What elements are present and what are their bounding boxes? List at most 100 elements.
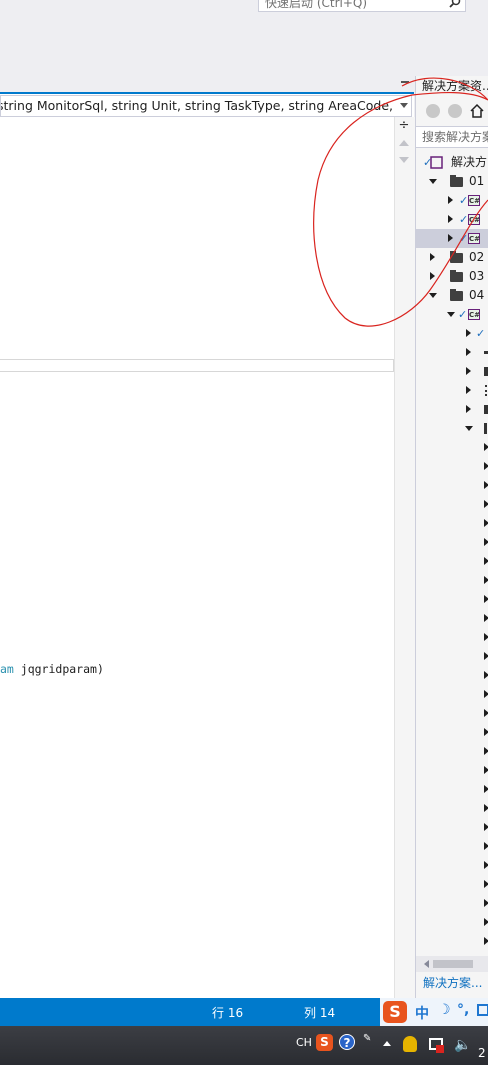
expand-icon[interactable] <box>466 367 471 375</box>
folder-icon <box>484 405 488 414</box>
tree-item-label: 解决方 <box>451 155 488 169</box>
solution-icon <box>430 156 443 169</box>
expand-icon[interactable] <box>466 329 471 337</box>
folder-icon <box>484 423 487 434</box>
expand-icon[interactable] <box>484 747 488 755</box>
csharp-project-icon: C# <box>468 309 481 320</box>
expand-icon[interactable] <box>484 538 488 546</box>
expand-icon[interactable] <box>448 215 453 223</box>
expand-icon[interactable] <box>484 880 488 888</box>
expand-icon[interactable] <box>484 804 488 812</box>
split-window-icon[interactable]: ÷ <box>397 119 411 134</box>
punctuation-icon[interactable]: °, <box>457 1002 469 1018</box>
back-icon[interactable] <box>426 104 440 118</box>
expand-icon[interactable] <box>484 823 488 831</box>
help-icon[interactable]: ? <box>339 1034 355 1050</box>
checked-in-icon: ✓ <box>476 327 486 340</box>
expand-icon[interactable] <box>484 443 488 451</box>
status-line-number: 行 16 <box>212 1006 244 1020</box>
checked-in-icon: ✓ <box>459 194 469 207</box>
csharp-project-icon: C# <box>468 195 481 206</box>
expand-icon[interactable] <box>484 576 488 584</box>
expand-icon[interactable] <box>484 766 488 774</box>
scroll-up-icon[interactable] <box>399 140 409 146</box>
editor-vertical-scrollbar[interactable] <box>394 117 415 998</box>
solution-explorer-search-input[interactable]: 搜索解决方案 <box>416 126 488 148</box>
collapse-icon[interactable] <box>429 179 437 184</box>
search-icon[interactable] <box>449 0 461 8</box>
expand-icon[interactable] <box>484 690 488 698</box>
expand-icon[interactable] <box>484 918 488 926</box>
expand-icon[interactable] <box>484 671 488 679</box>
expand-icon[interactable] <box>466 405 471 413</box>
code-line: am jqgridparam) <box>0 662 104 676</box>
code-keyword: am <box>0 662 14 676</box>
solution-explorer-title: 解决方案资... <box>422 79 488 93</box>
sogou-tray-icon[interactable]: S <box>316 1034 333 1051</box>
folder-icon <box>450 289 463 301</box>
tree-item-label: 04 <box>469 288 485 302</box>
expand-icon[interactable] <box>484 728 488 736</box>
expand-icon[interactable] <box>484 861 488 869</box>
csharp-project-icon: C# <box>468 214 481 225</box>
quick-launch-input[interactable]: 快速启动 (Ctrl+Q) <box>258 0 466 12</box>
network-error-icon <box>436 1045 444 1053</box>
expand-icon[interactable] <box>484 462 488 470</box>
member-navigation-dropdown[interactable]: nth, string MonitorSql, string Unit, str… <box>0 95 412 117</box>
qq-tray-icon[interactable] <box>403 1036 417 1052</box>
expand-icon[interactable] <box>484 709 488 717</box>
show-hidden-icons-icon[interactable] <box>383 1041 391 1046</box>
language-indicator[interactable]: CH <box>296 1036 312 1049</box>
expand-icon[interactable] <box>484 785 488 793</box>
scroll-left-icon[interactable] <box>424 960 429 968</box>
home-icon[interactable] <box>469 103 485 119</box>
expand-icon[interactable] <box>484 614 488 622</box>
expand-icon[interactable] <box>448 234 453 242</box>
ime-mode-toggle[interactable]: 中 <box>415 1003 429 1023</box>
expand-icon[interactable] <box>484 500 488 508</box>
sogou-logo-icon[interactable]: S <box>383 1001 407 1023</box>
soft-keyboard-icon[interactable] <box>477 1004 488 1016</box>
tab-solution-explorer[interactable]: 解决方案... <box>423 974 482 991</box>
expand-icon[interactable] <box>484 937 488 945</box>
expand-icon[interactable] <box>466 386 471 394</box>
forward-icon[interactable] <box>448 104 462 118</box>
editor-active-line <box>0 92 414 94</box>
expand-icon[interactable] <box>484 633 488 641</box>
code-text: jqgridparam) <box>13 662 104 676</box>
file-icon <box>484 367 488 376</box>
checked-in-icon: ✓ <box>458 308 468 321</box>
code-editor[interactable] <box>0 92 414 998</box>
solution-search-placeholder: 搜索解决方案 <box>422 130 488 144</box>
checked-in-icon: ✓ <box>459 232 469 245</box>
expand-icon[interactable] <box>448 196 453 204</box>
tree-item-project-selected[interactable]: ✓ C# <box>416 229 488 248</box>
pin-icon[interactable] <box>401 81 409 83</box>
scroll-down-icon[interactable] <box>399 157 409 163</box>
scrollbar-thumb[interactable] <box>433 960 473 968</box>
chevron-down-icon <box>400 103 408 108</box>
folder-icon <box>450 175 463 187</box>
clock[interactable]: 2 <box>478 1046 486 1060</box>
expand-icon[interactable] <box>466 348 471 356</box>
expand-icon[interactable] <box>430 253 435 261</box>
collapse-icon[interactable] <box>465 426 473 431</box>
expand-icon[interactable] <box>484 595 488 603</box>
collapse-icon[interactable] <box>429 293 437 298</box>
checked-in-icon: ✓ <box>459 213 469 226</box>
expand-icon[interactable] <box>484 557 488 565</box>
tree-item-label: 02 <box>469 250 485 264</box>
expand-icon[interactable] <box>430 272 435 280</box>
editor-input-box[interactable] <box>0 359 394 372</box>
tree-item-label: 01 <box>469 174 485 188</box>
expand-icon[interactable] <box>484 899 488 907</box>
expand-icon[interactable] <box>484 481 488 489</box>
expand-icon[interactable] <box>484 652 488 660</box>
volume-icon[interactable]: 🔈 <box>454 1037 471 1053</box>
expand-icon[interactable] <box>484 519 488 527</box>
expand-icon[interactable] <box>484 842 488 850</box>
pen-input-icon[interactable]: ✎ <box>363 1033 371 1044</box>
collapse-icon[interactable] <box>447 312 455 317</box>
half-width-icon[interactable]: ☽ <box>438 1002 451 1018</box>
navigation-dropdown-value: nth, string MonitorSql, string Unit, str… <box>0 98 393 113</box>
